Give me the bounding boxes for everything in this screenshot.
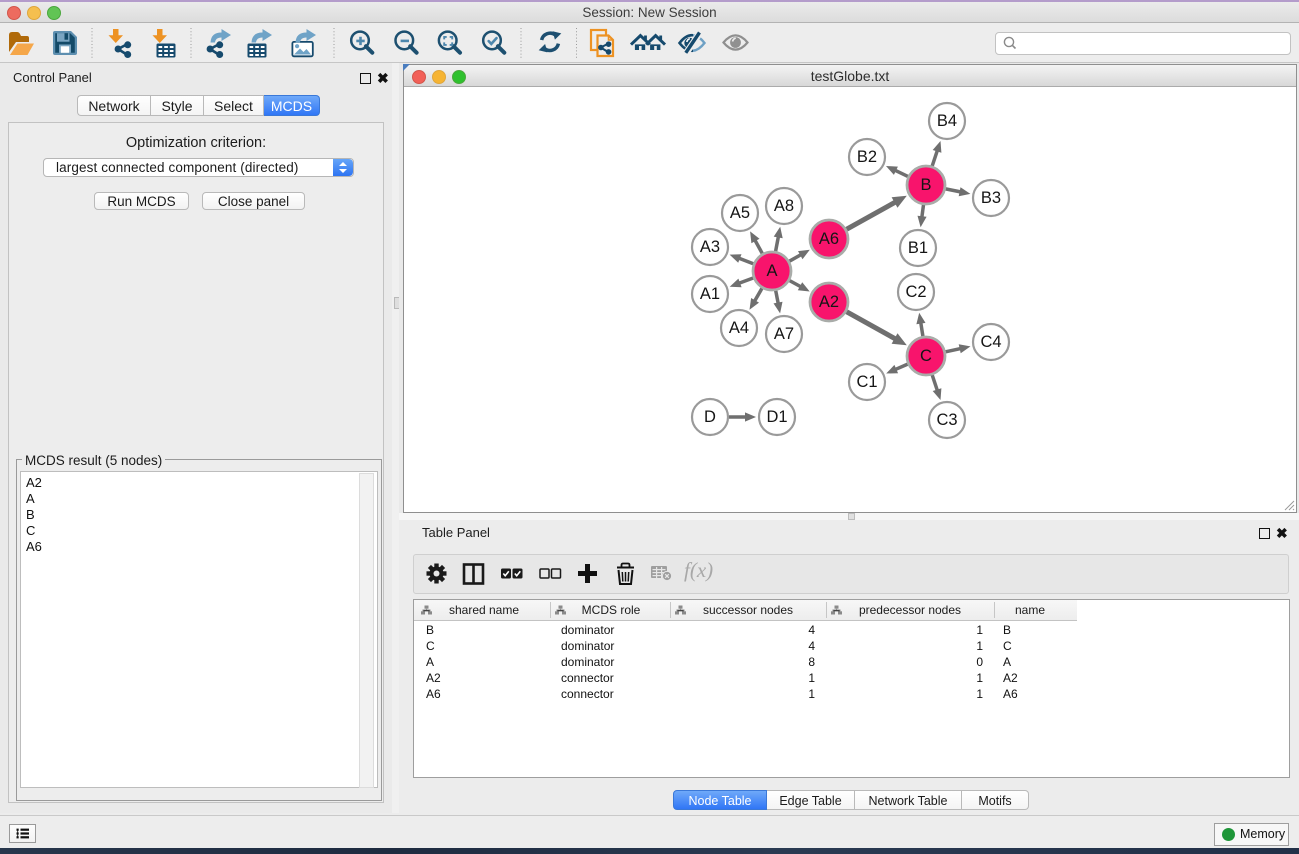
svg-text:A1: A1 <box>700 285 720 303</box>
svg-text:D1: D1 <box>766 408 787 426</box>
svg-text:D: D <box>704 408 716 426</box>
svg-text:A6: A6 <box>819 230 839 248</box>
svg-text:A8: A8 <box>774 197 794 215</box>
svg-text:A3: A3 <box>700 238 720 256</box>
svg-text:C1: C1 <box>856 373 877 391</box>
svg-text:B2: B2 <box>857 148 877 166</box>
svg-text:B3: B3 <box>981 189 1001 207</box>
svg-text:A2: A2 <box>819 293 839 311</box>
svg-text:A4: A4 <box>729 319 749 337</box>
svg-text:C: C <box>920 347 932 365</box>
svg-text:B: B <box>920 176 931 194</box>
svg-text:B4: B4 <box>937 112 957 130</box>
svg-text:B1: B1 <box>908 239 928 257</box>
svg-text:C2: C2 <box>905 283 926 301</box>
svg-text:A7: A7 <box>774 325 794 343</box>
svg-text:C3: C3 <box>936 411 957 429</box>
svg-text:A: A <box>766 262 777 280</box>
svg-text:C4: C4 <box>980 333 1001 351</box>
svg-text:A5: A5 <box>730 204 750 222</box>
